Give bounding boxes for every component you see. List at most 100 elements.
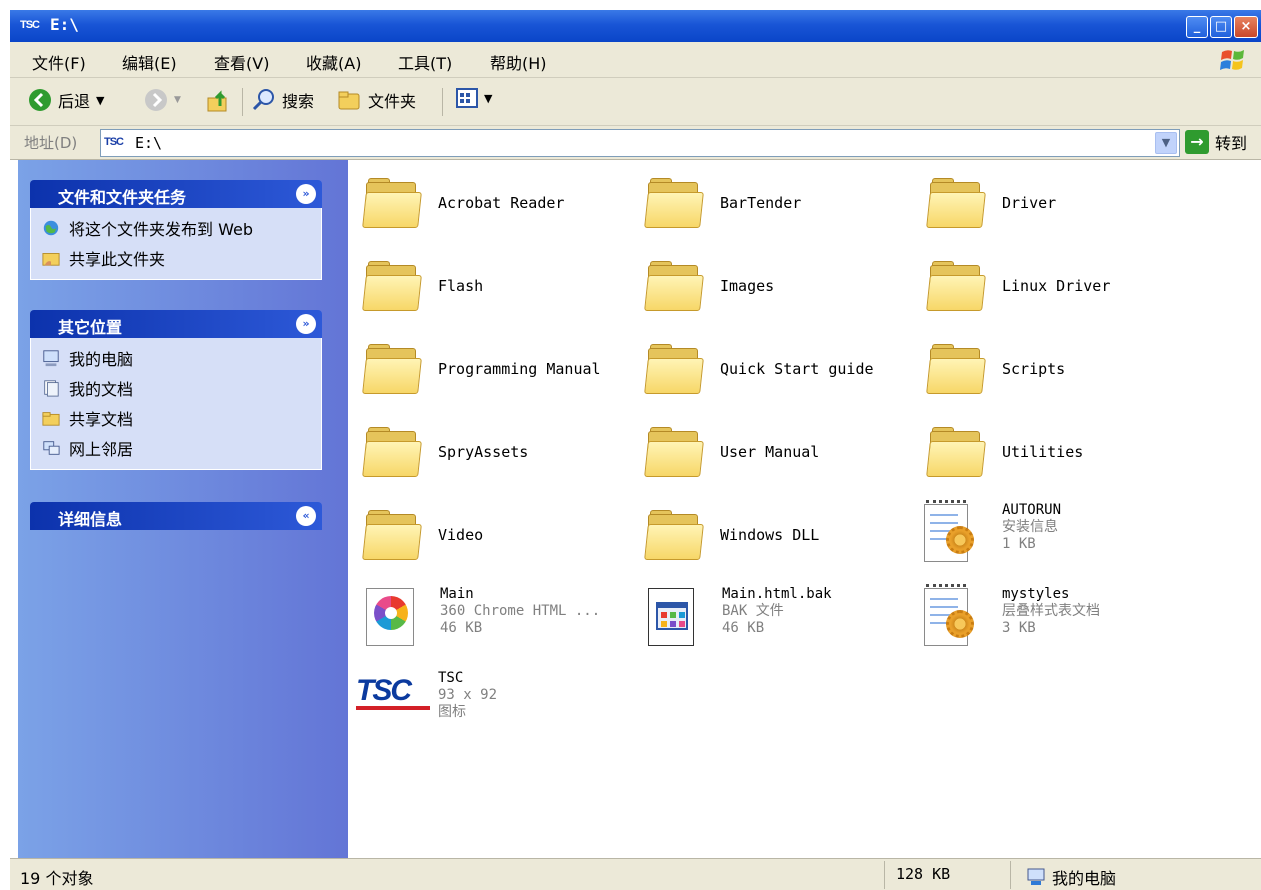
address-bar: 地址(D) TSC E:\ ▼ → 转到 — [10, 126, 1261, 160]
menu-favorites[interactable]: 收藏(A) — [306, 50, 361, 74]
up-folder-icon — [207, 90, 227, 112]
views-dropdown-icon[interactable]: ▼ — [484, 92, 492, 105]
my-documents-link[interactable]: 我的文档 — [41, 376, 133, 400]
folder-item[interactable]: Linux Driver — [926, 257, 1111, 313]
task-pane: 文件和文件夹任务 » 将这个文件夹发布到 Web 共享此文件夹 其它位置 » 我… — [18, 160, 348, 858]
stylesheet-document-icon — [920, 584, 976, 650]
toolbar-divider — [242, 88, 243, 116]
folders-label: 文件夹 — [368, 92, 417, 111]
folder-name: SpryAssets — [438, 443, 529, 461]
search-icon — [252, 89, 274, 111]
folder-name: Windows DLL — [720, 526, 820, 544]
forward-dropdown-icon[interactable]: ▼ — [174, 95, 181, 105]
menu-bar: 文件(F) 编辑(E) 查看(V) 收藏(A) 工具(T) 帮助(H) — [10, 42, 1261, 78]
file-dimensions: 93 x 92 — [438, 687, 498, 703]
share-folder-link[interactable]: 共享此文件夹 — [41, 246, 165, 270]
network-places-link[interactable]: 网上邻居 — [41, 436, 133, 460]
file-name: TSC — [438, 670, 464, 686]
folder-name: Acrobat Reader — [438, 194, 565, 212]
folder-item[interactable]: Driver — [926, 174, 1057, 230]
close-button[interactable]: × — [1234, 16, 1258, 38]
forward-button[interactable]: ▼ — [144, 88, 181, 112]
back-arrow-icon — [29, 89, 51, 111]
file-type: BAK 文件 — [722, 603, 784, 619]
go-button[interactable]: → 转到 — [1185, 130, 1247, 154]
folder-item[interactable]: Scripts — [926, 340, 1065, 396]
collapse-chevron-icon[interactable]: » — [296, 184, 316, 204]
folder-icon — [362, 506, 422, 562]
up-folder-button[interactable] — [206, 88, 232, 114]
other-places-header[interactable]: 其它位置 » — [30, 310, 322, 338]
panel-title: 其它位置 — [58, 318, 123, 337]
folder-item[interactable]: Images — [644, 257, 774, 313]
folder-item[interactable]: Utilities — [926, 423, 1084, 479]
file-item[interactable]: mystyles 层叠样式表文档 3 KB — [920, 584, 1100, 650]
folder-item[interactable]: User Manual — [644, 423, 819, 479]
folder-name: Driver — [1002, 194, 1057, 212]
folder-item[interactable]: Flash — [362, 257, 484, 313]
folder-icon — [644, 257, 704, 313]
views-icon — [456, 88, 478, 108]
folder-icon — [362, 423, 422, 479]
file-name: Main.html.bak — [722, 586, 832, 602]
file-item[interactable]: TSC TSC 93 x 92 图标 — [356, 668, 497, 721]
file-item[interactable]: AUTORUN 安装信息 1 KB — [920, 500, 1061, 566]
shared-documents-link[interactable]: 共享文档 — [41, 406, 133, 430]
folders-icon — [338, 91, 360, 110]
maximize-button[interactable]: □ — [1210, 16, 1232, 38]
menu-edit[interactable]: 编辑(E) — [122, 50, 177, 74]
menu-help[interactable]: 帮助(H) — [490, 50, 547, 74]
panel-title: 文件和文件夹任务 — [58, 188, 187, 207]
menu-tools[interactable]: 工具(T) — [398, 50, 452, 74]
folder-item[interactable]: BarTender — [644, 174, 802, 230]
file-item[interactable]: Main 360 Chrome HTML ... 46 KB — [364, 584, 600, 650]
place-label: 我的电脑 — [69, 350, 134, 369]
address-input[interactable]: TSC E:\ ▼ — [100, 129, 1180, 157]
folder-icon — [926, 174, 986, 230]
folder-icon — [644, 423, 704, 479]
details-header[interactable]: 详细信息 « — [30, 502, 322, 530]
tsc-logo-text: TSC — [356, 674, 412, 707]
folder-name: Flash — [438, 277, 484, 295]
menu-view[interactable]: 查看(V) — [214, 50, 269, 74]
task-label: 将这个文件夹发布到 Web — [69, 220, 253, 239]
folder-item[interactable]: Acrobat Reader — [362, 174, 565, 230]
minimize-button[interactable]: _ — [1186, 16, 1208, 38]
address-value: E:\ — [135, 134, 163, 152]
folder-item[interactable]: SpryAssets — [362, 423, 529, 479]
file-name: Main — [440, 586, 474, 602]
folder-name: Programming Manual — [438, 360, 601, 378]
menu-file[interactable]: 文件(F) — [32, 50, 86, 74]
file-list: Acrobat Reader BarTender Driver Flash Im… — [348, 160, 1261, 858]
other-places-panel: 我的电脑 我的文档 共享文档 网上邻居 — [30, 338, 322, 470]
back-button[interactable]: 后退 ▼ — [28, 88, 104, 112]
views-button[interactable]: ▼ — [456, 88, 492, 108]
folder-name: BarTender — [720, 194, 802, 212]
folder-item[interactable]: Video — [362, 506, 483, 562]
file-item[interactable]: Main.html.bak BAK 文件 46 KB — [646, 584, 832, 650]
publish-web-link[interactable]: 将这个文件夹发布到 Web — [41, 216, 253, 240]
folder-icon — [926, 257, 986, 313]
folder-icon — [362, 340, 422, 396]
go-label: 转到 — [1215, 134, 1248, 153]
folder-item[interactable]: Quick Start guide — [644, 340, 874, 396]
collapse-chevron-icon[interactable]: » — [296, 314, 316, 334]
location-segment: 我的电脑 — [1026, 865, 1116, 889]
folder-icon — [644, 506, 704, 562]
address-dropdown-icon[interactable]: ▼ — [1155, 132, 1177, 154]
place-label: 共享文档 — [69, 410, 134, 429]
folder-icon — [362, 174, 422, 230]
file-size: 46 KB — [722, 620, 765, 636]
my-computer-link[interactable]: 我的电脑 — [41, 346, 133, 370]
folder-item[interactable]: Programming Manual — [362, 340, 601, 396]
back-dropdown-icon[interactable]: ▼ — [96, 94, 104, 107]
location-label: 我的电脑 — [1052, 869, 1117, 888]
folder-item[interactable]: Windows DLL — [644, 506, 820, 562]
expand-chevron-icon[interactable]: « — [296, 506, 316, 526]
folder-name: Utilities — [1002, 443, 1084, 461]
file-tasks-header[interactable]: 文件和文件夹任务 » — [30, 180, 322, 208]
folder-name: Linux Driver — [1002, 277, 1111, 295]
folders-button[interactable]: 文件夹 — [338, 88, 416, 112]
search-button[interactable]: 搜索 — [252, 88, 314, 112]
window-title: E:\ — [50, 15, 79, 34]
